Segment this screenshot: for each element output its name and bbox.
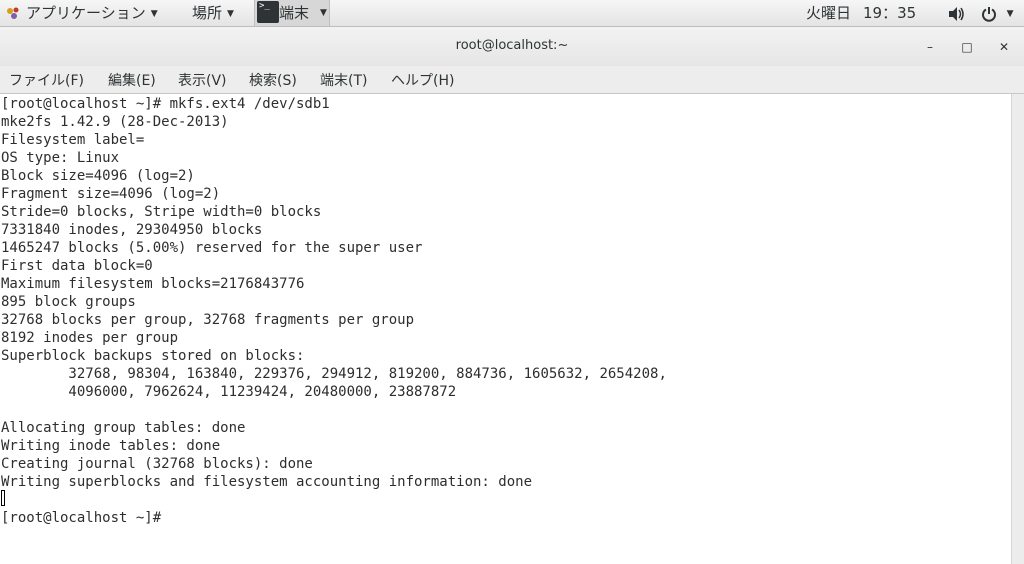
menu-file[interactable]: ファイル(F) [9, 70, 84, 90]
terminal-line: 32768, 98304, 163840, 229376, 294912, 81… [1, 366, 667, 382]
terminal-line: 32768 blocks per group, 32768 fragments … [1, 312, 415, 328]
terminal-line: [root@localhost ~]# mkfs.ext4 /dev/sdb1 [1, 96, 330, 112]
menu-terminal[interactable]: 端末(T) [320, 70, 367, 90]
terminal-line: First data block=0 [1, 258, 153, 274]
terminal-line: 8192 inodes per group [1, 330, 179, 346]
terminal-line: Creating journal (32768 blocks): done [1, 456, 313, 472]
window-title: root@localhost:~ [455, 38, 569, 53]
terminal-line: mke2fs 1.42.9 (28-Dec-2013) [1, 114, 229, 130]
terminal-line: OS type: Linux [1, 150, 120, 166]
volume-icon [949, 6, 964, 21]
terminal-line: Allocating group tables: done [1, 420, 246, 436]
terminal-line: Writing superblocks and filesystem accou… [1, 474, 533, 490]
menu-help[interactable]: ヘルプ(H) [391, 70, 454, 90]
system-status-menu[interactable]: ▼ [948, 0, 1013, 26]
terminal-scrollbar[interactable] [1011, 94, 1024, 564]
chevron-down-icon: ▼ [227, 9, 234, 19]
terminal-line: Fragment size=4096 (log=2) [1, 186, 221, 202]
terminal-line: Block size=4096 (log=2) [1, 168, 195, 184]
terminal-line: Superblock backups stored on blocks: [1, 348, 305, 364]
places-label: 場所 [192, 4, 223, 22]
close-button[interactable]: ✕ [996, 39, 1012, 55]
applications-menu[interactable]: アプリケーション ▼ [6, 0, 158, 26]
terminal-app-label: 端末 [279, 4, 310, 22]
terminal-line: Writing inode tables: done [1, 438, 221, 454]
chevron-down-icon: ▼ [320, 8, 327, 18]
clock[interactable]: 火曜日 19：35 [806, 0, 916, 26]
window-titlebar[interactable]: root@localhost:~ – □ ✕ [0, 27, 1024, 66]
chevron-down-icon: ▼ [1006, 9, 1014, 19]
terminal-output[interactable]: [root@localhost ~]# mkfs.ext4 /dev/sdb1 … [0, 94, 1011, 564]
terminal-line: 4096000, 7962624, 11239424, 20480000, 23… [1, 384, 457, 400]
power-icon [981, 6, 996, 22]
menu-view[interactable]: 表示(V) [178, 70, 227, 90]
places-menu[interactable]: 場所 ▼ [192, 0, 234, 26]
menu-edit[interactable]: 編集(E) [108, 70, 156, 90]
terminal-icon: >_ [257, 1, 279, 23]
terminal-line: Filesystem label= [1, 132, 145, 148]
clock-day: 火曜日 [806, 4, 852, 22]
terminal-line: 895 block groups [1, 294, 136, 310]
top-panel: アプリケーション ▼ 場所 ▼ >_ 端末 ▼ 火曜日 19：35 ▼ [0, 0, 1024, 27]
minimize-button[interactable]: – [922, 39, 938, 55]
terminal-app-menu[interactable]: >_ 端末 ▼ [254, 0, 330, 26]
gnome-foot-icon [7, 7, 19, 19]
terminal-line: 7331840 inodes, 29304950 blocks [1, 222, 263, 238]
terminal-line: Maximum filesystem blocks=2176843776 [1, 276, 305, 292]
menu-search[interactable]: 検索(S) [249, 70, 297, 90]
terminal-prompt: [root@localhost ~]# [1, 510, 162, 526]
terminal-line: 1465247 blocks (5.00%) reserved for the … [1, 240, 423, 256]
clock-time: 19：35 [863, 4, 917, 22]
i-beam-cursor-icon [1, 490, 5, 506]
terminal-line: Stride=0 blocks, Stripe width=0 blocks [1, 204, 322, 220]
menu-bar: ファイル(F) 編集(E) 表示(V) 検索(S) 端末(T) ヘルプ(H) [0, 66, 1024, 94]
applications-label: アプリケーション [26, 4, 146, 22]
maximize-button[interactable]: □ [959, 39, 975, 55]
chevron-down-icon: ▼ [150, 9, 158, 19]
